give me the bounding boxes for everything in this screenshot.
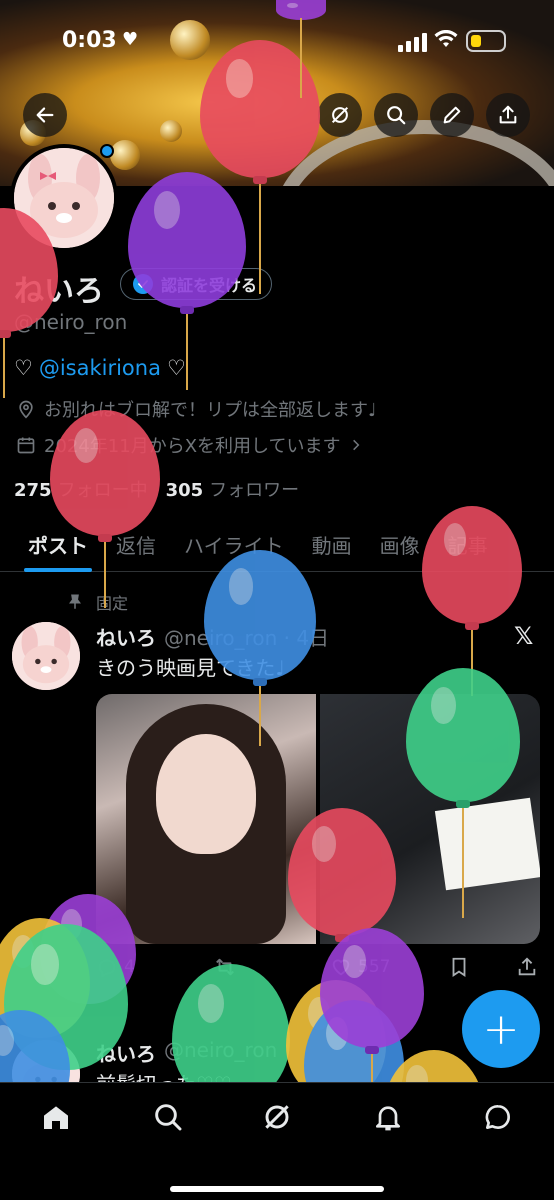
profile-name: ねいろ	[14, 274, 104, 309]
pencil-icon	[443, 106, 461, 124]
like-count: 557	[358, 957, 391, 977]
following-count: 275	[14, 480, 52, 501]
compose-post-button[interactable]: +	[462, 990, 540, 1068]
balloon	[320, 928, 424, 1082]
edit-button[interactable]	[430, 93, 474, 137]
tab-replies[interactable]: 返信	[102, 520, 170, 572]
home-icon	[44, 1106, 68, 1129]
home-indicator	[170, 1186, 384, 1192]
profile-tabs: ポスト 返信 ハイライト 動画 画像 記事	[0, 520, 554, 572]
balloon	[286, 980, 386, 1082]
location-pin-icon	[19, 400, 33, 419]
search-icon	[387, 106, 406, 125]
profile-bio: ♡ @isakiriona ♡	[14, 356, 186, 380]
get-verified-button[interactable]: 認証を受ける	[120, 268, 273, 300]
banner-ornament	[110, 140, 140, 170]
pinned-indicator: 固定	[66, 590, 128, 614]
share-tweet-button[interactable]	[516, 956, 538, 978]
tweet-actions: 4 557	[96, 956, 540, 988]
pinned-label: 固定	[96, 594, 129, 613]
cellular-signal-icon	[398, 33, 427, 52]
nav-grok[interactable]	[257, 1097, 297, 1137]
reply-count: 4	[124, 957, 135, 977]
message-icon	[485, 1105, 510, 1129]
tab-images[interactable]: 画像	[366, 520, 434, 572]
back-button[interactable]	[23, 93, 67, 137]
battery-icon	[466, 30, 506, 52]
grok-icon	[265, 1105, 289, 1129]
nav-notifications[interactable]	[368, 1097, 408, 1137]
grok-button[interactable]	[318, 93, 362, 137]
bell-icon	[376, 1106, 400, 1131]
following-label: フォロー中	[57, 480, 148, 501]
joined-text: 2024年11月からXを利用しています	[44, 436, 341, 457]
search-icon	[155, 1104, 182, 1131]
share-button[interactable]	[486, 93, 530, 137]
bookmark-button[interactable]	[448, 956, 470, 978]
location-text: お別れはブロ解で！リプは全部返します♩	[44, 400, 377, 421]
profile-avatar[interactable]	[10, 144, 118, 252]
tweet-header: ねいろ @neiro_ron	[96, 1038, 277, 1067]
following-link[interactable]: 275 フォロー中	[14, 476, 148, 502]
repost-button[interactable]	[214, 956, 236, 978]
search-button[interactable]	[374, 93, 418, 137]
profile-location: お別れはブロ解で！リプは全部返します♩	[16, 396, 377, 422]
tweet-photo-selfie[interactable]	[96, 694, 316, 944]
status-bar: 0:03 ♥	[0, 0, 554, 84]
tweet-author-name[interactable]: ねいろ	[96, 622, 156, 651]
bookmark-icon	[452, 957, 466, 977]
x-logo-icon: 𝕏	[514, 622, 534, 650]
bio-heart-right: ♡	[166, 356, 186, 380]
bio-mention-link[interactable]: @isakiriona	[39, 356, 161, 380]
heart-icon	[332, 959, 350, 976]
bunny-avatar-image	[14, 148, 114, 248]
bottom-navigation	[0, 1082, 554, 1200]
verified-badge-icon	[133, 274, 153, 294]
followers-link[interactable]: 305 フォロワー	[166, 476, 300, 502]
tweet-handle: @neiro_ron	[164, 1038, 278, 1062]
wifi-icon	[434, 30, 458, 47]
tweet-handle-time: @neiro_ron · 4日	[164, 626, 330, 650]
followers-label: フォロワー	[209, 480, 300, 501]
nav-messages[interactable]	[478, 1097, 518, 1137]
profile-joined[interactable]: 2024年11月からXを利用しています	[16, 432, 363, 458]
tweet-text: きのう映画見てきた♩	[96, 656, 285, 680]
balloon	[0, 918, 90, 1038]
tweet-photo-tickets[interactable]	[320, 694, 540, 944]
repost-icon	[216, 958, 234, 976]
bio-heart-left: ♡	[14, 356, 33, 380]
like-button[interactable]: 557	[330, 956, 390, 978]
status-time: 0:03	[62, 28, 117, 53]
profile-handle: @neiro_ron	[14, 310, 128, 334]
nav-home[interactable]	[36, 1097, 76, 1137]
tweet-media[interactable]	[96, 694, 540, 944]
tab-articles[interactable]: 記事	[434, 520, 502, 572]
back-arrow-icon	[36, 107, 54, 123]
reply-icon	[98, 959, 116, 978]
follow-stats: 275 フォロー中 305 フォロワー	[14, 476, 299, 502]
tab-videos[interactable]: 動画	[298, 520, 366, 572]
nav-explore[interactable]	[148, 1097, 188, 1137]
status-heart-icon: ♥	[122, 29, 139, 50]
tab-highlights[interactable]: ハイライト	[170, 520, 298, 572]
balloon	[304, 1000, 404, 1082]
avatar-status-dot	[100, 144, 114, 158]
tab-posts[interactable]: ポスト	[0, 520, 102, 572]
grok-icon	[331, 106, 349, 124]
share-icon	[499, 105, 517, 124]
balloon	[384, 1050, 484, 1082]
calendar-icon	[17, 437, 35, 454]
tweet-avatar[interactable]	[12, 622, 80, 690]
banner-ornament	[160, 120, 182, 142]
bunny-avatar-image	[12, 622, 80, 690]
pin-icon	[69, 594, 81, 609]
tweet-header: ねいろ @neiro_ron · 4日	[96, 622, 329, 651]
followers-count: 305	[165, 480, 204, 501]
share-icon	[518, 957, 536, 976]
tweet-author-name[interactable]: ねいろ	[96, 1038, 156, 1067]
reply-button[interactable]: 4	[96, 956, 135, 978]
chevron-right-icon	[352, 439, 359, 451]
get-verified-label: 認証を受ける	[161, 276, 258, 295]
